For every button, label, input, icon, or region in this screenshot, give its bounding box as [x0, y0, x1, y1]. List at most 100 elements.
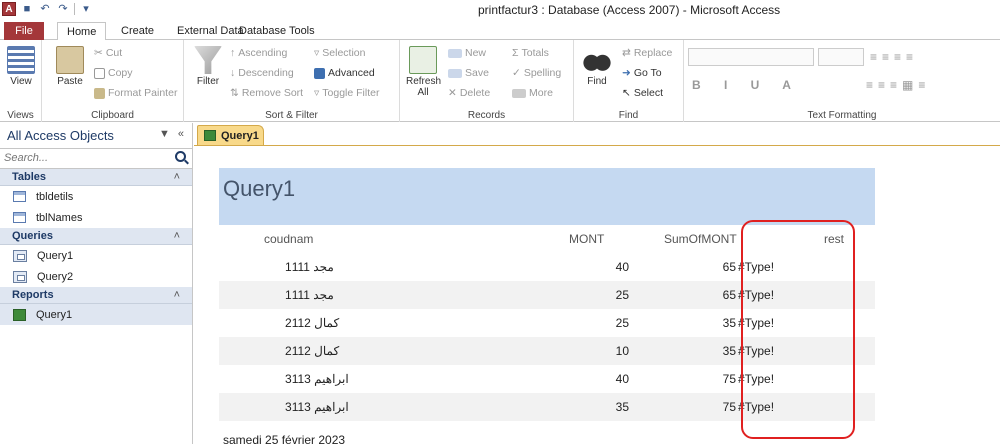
cell-sumofmont: 65 — [722, 288, 736, 302]
refresh-icon — [409, 46, 437, 74]
save-record-button[interactable]: Save — [448, 64, 489, 82]
column-header-mont: MONT — [569, 232, 605, 246]
tab-database-tools[interactable]: Database Tools — [230, 22, 324, 40]
goto-button[interactable]: ➜ Go To — [622, 64, 662, 82]
group-label-sort-filter: Sort & Filter — [265, 110, 318, 121]
nav-menu-chevron-icon[interactable]: ▼ — [159, 128, 170, 140]
cell-mont: 25 — [615, 288, 629, 302]
ascending-label: Ascending — [238, 47, 288, 59]
ascending-button[interactable]: ↑ Ascending — [230, 44, 287, 62]
refresh-label: Refresh — [406, 76, 442, 87]
nav-item-label: Query1 — [36, 308, 73, 321]
shutter-bar-icon[interactable]: « — [178, 128, 184, 140]
save-record-icon — [448, 68, 462, 78]
more-button[interactable]: More — [512, 84, 553, 102]
sort-ascending-icon: ↑ — [230, 47, 236, 59]
toggle-filter-button[interactable]: ▿ Toggle Filter — [314, 84, 379, 102]
toggle-filter-label: Toggle Filter — [322, 87, 380, 99]
refresh-all-button[interactable]: Refresh All — [406, 46, 442, 98]
spelling-icon: ✓ — [512, 67, 521, 79]
list-buttons[interactable]: ≡≡≡≡ — [870, 48, 918, 66]
save-icon[interactable]: ■ — [20, 2, 34, 16]
remove-sort-button[interactable]: ⇅ Remove Sort — [230, 84, 303, 102]
table-icon — [13, 212, 26, 223]
query-icon — [13, 270, 27, 283]
group-label-records: Records — [467, 110, 506, 121]
report-icon — [204, 130, 216, 141]
delete-record-button[interactable]: ✕ Delete — [448, 84, 490, 102]
list-icons: ≡≡≡≡ — [870, 50, 919, 64]
font-name-combo[interactable] — [688, 48, 814, 66]
undo-icon[interactable]: ↶ — [38, 2, 52, 16]
cell-sumofmont: 65 — [722, 260, 736, 274]
cell-mont: 40 — [615, 372, 629, 386]
align-buttons[interactable]: ≡≡≡▦≡ — [866, 76, 930, 94]
cut-button[interactable]: ✂ Cut — [94, 44, 122, 62]
document-tab-query1[interactable]: Query1 — [197, 125, 264, 145]
group-sort-filter: Filter ↑ Ascending ↓ Descending ⇅ Remove So… — [184, 40, 400, 122]
navigation-pane: All Access Objects ▼ « Tables ˄ tbldetil… — [0, 123, 193, 444]
tab-create[interactable]: Create — [112, 22, 163, 40]
format-painter-button[interactable]: Format Painter — [94, 84, 177, 102]
collapse-icon[interactable]: ˄ — [174, 287, 180, 304]
document-tab-label: Query1 — [221, 129, 259, 142]
document-area: Query1 Query1 coudnam MONT SumOfMONT res… — [194, 123, 1000, 444]
window-title: printfactur3 : Database (Access 2007) - … — [478, 3, 781, 17]
tab-file[interactable]: File — [4, 22, 44, 40]
paste-button[interactable]: Paste — [54, 46, 86, 87]
report-title: Query1 — [223, 176, 296, 201]
format-buttons[interactable]: B I U A — [692, 76, 801, 94]
report-view: Query1 coudnam MONT SumOfMONT rest 1مجد … — [194, 146, 1000, 444]
nav-group-label: Reports — [12, 289, 54, 301]
descending-button[interactable]: ↓ Descending — [230, 64, 294, 82]
ribbon: View Views Paste ✂ Cut Copy Format Painte… — [0, 40, 1000, 122]
selection-button[interactable]: ▿ Selection — [314, 44, 365, 62]
nav-group-label: Queries — [12, 230, 53, 242]
spelling-label: Spelling — [523, 67, 562, 79]
nav-item-report-query1[interactable]: Query1 — [0, 304, 192, 325]
filter-button[interactable]: Filter — [192, 46, 224, 87]
cell-coudnam: 1مجد 111 — [285, 288, 334, 302]
view-button[interactable]: View — [7, 46, 35, 87]
access-app-icon[interactable]: A — [2, 2, 16, 16]
copy-button[interactable]: Copy — [94, 64, 133, 82]
nav-header[interactable]: All Access Objects ▼ « — [0, 123, 192, 149]
group-label-clipboard: Clipboard — [91, 110, 134, 121]
advanced-button[interactable]: Advanced — [314, 64, 375, 82]
nav-item-tblnames[interactable]: tblNames — [0, 207, 192, 228]
separator — [74, 3, 75, 15]
totals-button[interactable]: Σ Totals — [512, 44, 549, 62]
find-button[interactable]: Find — [582, 46, 612, 87]
group-clipboard: Paste ✂ Cut Copy Format Painter Clipboard — [42, 40, 184, 122]
cut-icon: ✂ — [94, 47, 103, 59]
search-input[interactable] — [0, 149, 168, 167]
font-size-combo[interactable] — [818, 48, 864, 66]
title-bar: A ■ ↶ ↷ ▾ printfactur3 : Database (Acces… — [0, 0, 1000, 20]
redo-icon[interactable]: ↷ — [56, 2, 70, 16]
cell-coudnam: 2كمال 112 — [285, 344, 340, 358]
collapse-icon[interactable]: ˄ — [174, 169, 180, 186]
customize-qat-icon[interactable]: ▾ — [79, 2, 93, 16]
spelling-button[interactable]: ✓ Spelling — [512, 64, 561, 82]
nav-item-tbldetils[interactable]: tbldetils — [0, 186, 192, 207]
delete-icon: ✕ — [448, 87, 457, 99]
select-cursor-icon: ↖ — [622, 87, 631, 99]
select-button[interactable]: ↖ Select — [622, 84, 663, 102]
nav-item-query1[interactable]: Query1 — [0, 245, 192, 266]
filter-label: Filter — [196, 76, 220, 87]
nav-group-reports[interactable]: Reports ˄ — [0, 287, 192, 304]
new-label: New — [465, 47, 487, 59]
nav-group-label: Tables — [12, 171, 47, 183]
replace-button[interactable]: ⇄ Replace — [622, 44, 672, 62]
cell-mont: 25 — [615, 316, 629, 330]
nav-group-queries[interactable]: Queries ˄ — [0, 228, 192, 245]
replace-icon: ⇄ — [622, 47, 631, 59]
search-icon[interactable] — [175, 151, 186, 162]
group-text-formatting: ≡≡≡≡ B I U A ≡≡≡▦≡ Text Formatting — [684, 40, 1000, 122]
tab-home[interactable]: Home — [57, 22, 107, 41]
new-record-button[interactable]: New — [448, 44, 486, 62]
collapse-icon[interactable]: ˄ — [174, 228, 180, 245]
nav-item-query2[interactable]: Query2 — [0, 266, 192, 287]
nav-group-tables[interactable]: Tables ˄ — [0, 169, 192, 186]
refresh-all-label: All — [417, 87, 429, 98]
